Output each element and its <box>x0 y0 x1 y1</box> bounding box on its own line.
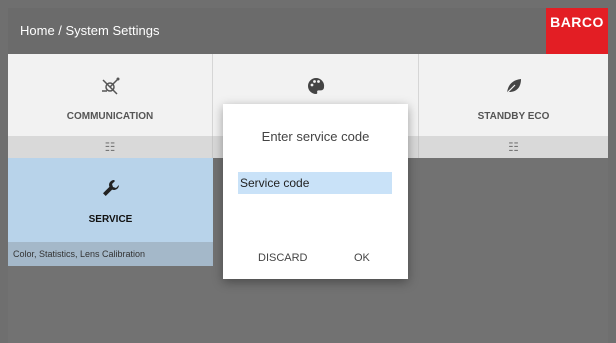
service-label: SERVICE <box>88 214 133 225</box>
palette-icon <box>213 76 418 102</box>
barco-logo: BARCO <box>546 8 608 54</box>
tile-service[interactable]: SERVICE <box>8 158 213 242</box>
service-code-input[interactable] <box>238 172 392 194</box>
dialog-title: Enter service code <box>261 129 370 144</box>
leaf-icon <box>419 76 608 102</box>
breadcrumb: Home / System Settings <box>20 23 160 38</box>
sliders-icon: ☷ <box>508 140 519 154</box>
discard-button[interactable]: DISCARD <box>258 252 308 264</box>
tile-settings-communication[interactable]: ☷ <box>8 136 213 158</box>
service-code-dialog: Enter service code DISCARD OK <box>223 104 408 279</box>
tile-settings-standby-eco[interactable]: ☷ <box>419 136 608 158</box>
service-description: Color, Statistics, Lens Calibration <box>8 242 213 266</box>
wrench-icon <box>8 178 213 204</box>
tile-label: STANDBY ECO <box>477 111 550 122</box>
tile-label: COMMUNICATION <box>66 111 154 122</box>
sliders-icon: ☷ <box>104 140 116 154</box>
header-bar: Home / System Settings BARCO <box>8 8 608 54</box>
ok-button[interactable]: OK <box>354 252 370 264</box>
tile-standby-eco[interactable]: STANDBY ECO <box>419 54 608 136</box>
tile-communication[interactable]: COMMUNICATION <box>8 54 213 136</box>
satellite-dish-icon <box>8 76 212 102</box>
